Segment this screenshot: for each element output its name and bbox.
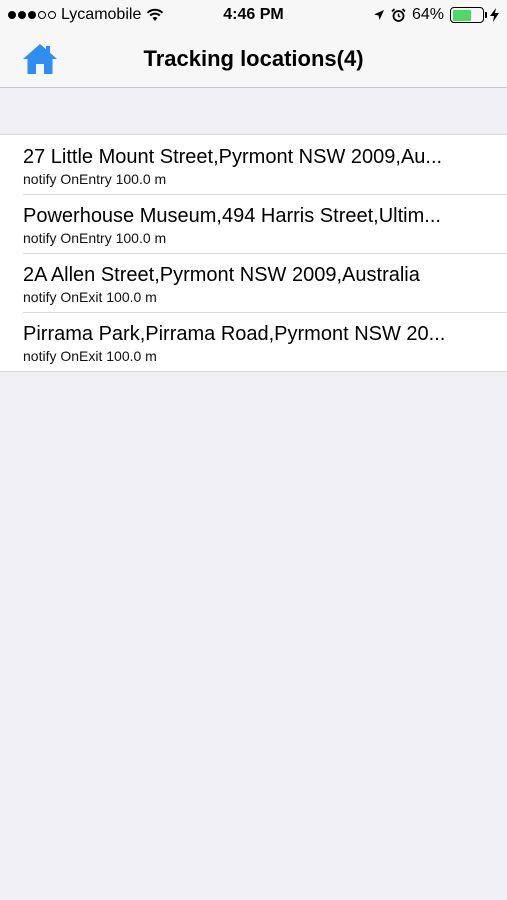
carrier-label: Lycamobile <box>61 6 142 23</box>
list-item[interactable]: 27 Little Mount Street,Pyrmont NSW 2009,… <box>0 135 507 194</box>
location-subtitle: notify OnExit 100.0 m <box>23 348 157 364</box>
list-item[interactable]: 2A Allen Street,Pyrmont NSW 2009,Austral… <box>0 253 507 312</box>
locations-list: 27 Little Mount Street,Pyrmont NSW 2009,… <box>0 134 507 372</box>
home-icon <box>23 44 57 74</box>
alarm-clock-icon <box>391 7 406 22</box>
location-title: 27 Little Mount Street,Pyrmont NSW 2009,… <box>23 146 443 168</box>
location-arrow-icon <box>373 10 384 20</box>
location-title: 2A Allen Street,Pyrmont NSW 2009,Austral… <box>23 264 420 286</box>
battery-percent: 64% <box>411 6 444 23</box>
navigation-bar: Tracking locations(4) <box>0 30 507 88</box>
location-title: Pirrama Park,Pirrama Road,Pyrmont NSW 20… <box>23 323 446 345</box>
location-title: Powerhouse Museum,494 Harris Street,Ulti… <box>23 205 441 227</box>
location-subtitle: notify OnEntry 100.0 m <box>23 171 167 187</box>
status-left: Lycamobile <box>8 6 164 24</box>
status-bar: Lycamobile 4:46 PM 64% <box>0 0 507 30</box>
list-item[interactable]: Powerhouse Museum,494 Harris Street,Ulti… <box>0 194 507 253</box>
location-subtitle: notify OnEntry 100.0 m <box>23 230 167 246</box>
list-item[interactable]: Pirrama Park,Pirrama Road,Pyrmont NSW 20… <box>0 312 507 371</box>
status-right: 64% <box>373 6 499 24</box>
signal-strength-icon <box>8 11 56 19</box>
battery-level-fill <box>452 9 472 21</box>
charging-bolt-icon <box>490 8 499 22</box>
home-button[interactable] <box>22 42 58 76</box>
page-title: Tracking locations(4) <box>143 45 364 71</box>
wifi-icon <box>147 8 164 21</box>
battery-icon <box>450 7 487 23</box>
location-subtitle: notify OnExit 100.0 m <box>23 289 157 305</box>
